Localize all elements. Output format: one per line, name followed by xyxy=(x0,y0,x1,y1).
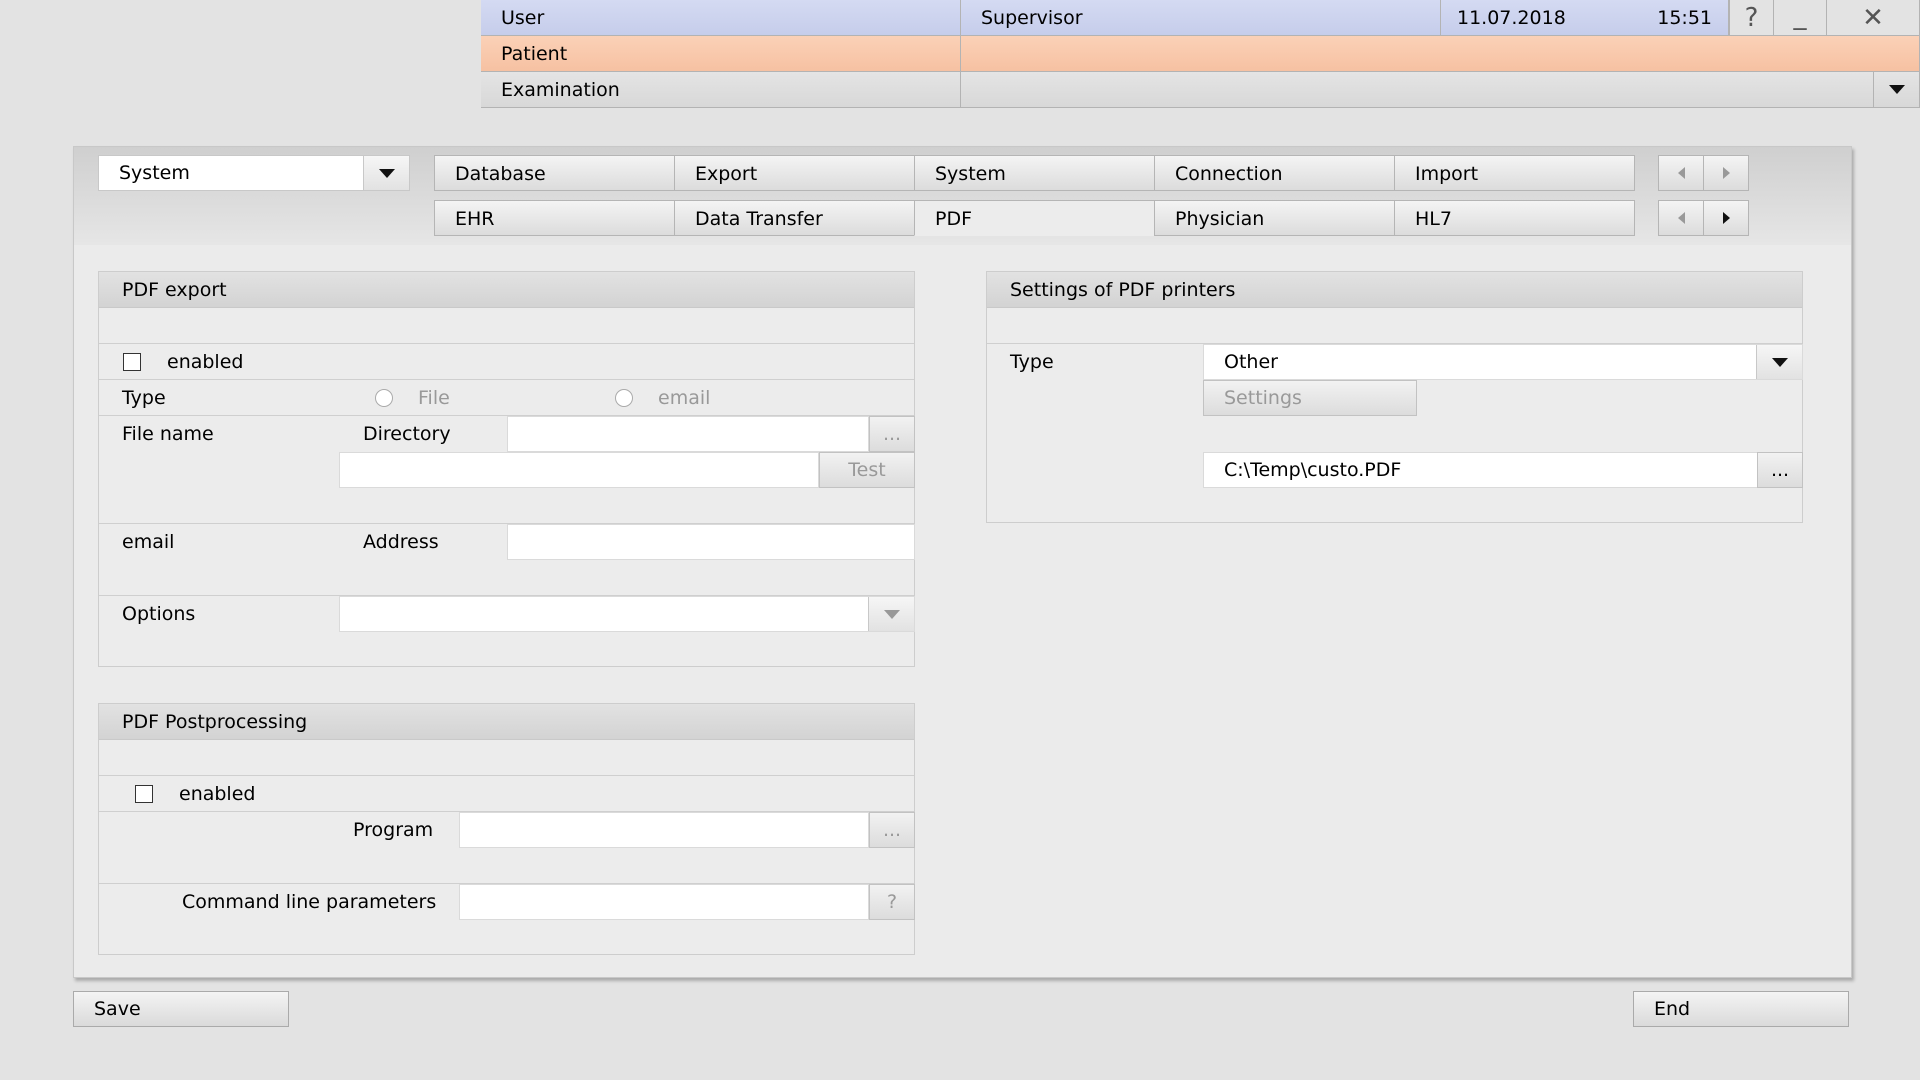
tab-database[interactable]: Database xyxy=(434,155,675,191)
tab-label: Data Transfer xyxy=(695,208,823,230)
pdf-export-group: PDF export enabled Type File email File … xyxy=(98,271,915,667)
printer-path-browse-button[interactable]: ... xyxy=(1757,452,1803,488)
tab-label: PDF xyxy=(935,208,973,230)
address-label: Address xyxy=(363,531,439,553)
postprocessing-enabled-label: enabled xyxy=(179,783,256,805)
type-email-label: email xyxy=(658,387,711,409)
help-icon: ? xyxy=(1744,2,1759,33)
settings-panel: System Database Export System Connection… xyxy=(73,146,1852,978)
chevron-down-icon xyxy=(378,168,395,178)
tab-label: Export xyxy=(695,163,758,185)
chevron-left-icon xyxy=(1677,212,1685,224)
chevron-down-icon xyxy=(1888,85,1905,94)
examination-value-cell[interactable] xyxy=(961,72,1874,108)
chevron-right-icon xyxy=(1722,212,1730,224)
tab-label: Physician xyxy=(1175,208,1265,230)
tab-label: Connection xyxy=(1175,163,1283,185)
directory-input[interactable] xyxy=(507,416,869,452)
pdf-postprocessing-title: PDF Postprocessing xyxy=(99,704,914,740)
chevron-left-icon xyxy=(1677,167,1685,179)
close-icon: ✕ xyxy=(1862,2,1884,33)
tab-system[interactable]: System xyxy=(914,155,1155,191)
examination-label: Examination xyxy=(501,79,620,101)
tab-ehr[interactable]: EHR xyxy=(434,200,675,236)
pdf-export-enabled-label: enabled xyxy=(167,351,244,373)
tab-label: HL7 xyxy=(1415,208,1452,230)
email-label: email xyxy=(122,531,175,553)
user-name: Supervisor xyxy=(981,7,1083,29)
examination-label-cell: Examination xyxy=(481,72,961,108)
category-select[interactable]: System xyxy=(98,155,410,191)
postprocessing-enabled-checkbox[interactable] xyxy=(135,785,153,803)
printer-path-input[interactable]: C:\Temp\custo.PDF xyxy=(1203,452,1758,488)
test-button[interactable]: Test xyxy=(819,452,915,488)
command-line-input[interactable] xyxy=(459,884,869,920)
minimize-icon: _ xyxy=(1793,1,1807,31)
printer-type-select[interactable]: Other xyxy=(1203,344,1803,380)
printer-type-label: Type xyxy=(1010,351,1054,373)
tab-label: Import xyxy=(1415,163,1479,185)
command-line-help-button[interactable]: ? xyxy=(869,884,915,920)
datetime-cell: 11.07.2018 15:51 xyxy=(1441,0,1729,36)
options-select-arrow[interactable] xyxy=(868,597,914,631)
printer-settings-button[interactable]: Settings xyxy=(1203,380,1417,416)
command-line-label: Command line parameters xyxy=(182,891,437,913)
address-input[interactable] xyxy=(507,524,915,560)
directory-label: Directory xyxy=(363,423,451,445)
tab-bar: System Database Export System Connection… xyxy=(74,147,1851,245)
tab-row2-prev-button[interactable] xyxy=(1658,200,1704,236)
tab-physician[interactable]: Physician xyxy=(1154,200,1395,236)
printer-type-arrow[interactable] xyxy=(1756,345,1802,379)
category-select-arrow[interactable] xyxy=(363,156,409,190)
pdf-export-enabled-checkbox[interactable] xyxy=(123,353,141,371)
options-label: Options xyxy=(122,603,196,625)
save-button[interactable]: Save xyxy=(73,991,289,1027)
minimize-button[interactable]: _ xyxy=(1773,0,1826,36)
tab-export[interactable]: Export xyxy=(674,155,915,191)
user-value-cell: Supervisor xyxy=(961,0,1441,36)
directory-browse-button[interactable]: ... xyxy=(869,416,915,452)
tab-pdf[interactable]: PDF xyxy=(914,200,1155,236)
tab-row1-next-button[interactable] xyxy=(1703,155,1749,191)
file-name-label: File name xyxy=(122,423,214,445)
patient-label-cell: Patient xyxy=(481,36,961,72)
help-button[interactable]: ? xyxy=(1729,0,1773,36)
category-select-value: System xyxy=(119,162,190,184)
options-select[interactable] xyxy=(339,596,915,632)
file-name-input[interactable] xyxy=(339,452,819,488)
printer-type-value: Other xyxy=(1224,351,1278,373)
patient-label: Patient xyxy=(501,43,568,65)
tab-label: Database xyxy=(455,163,546,185)
date-display: 11.07.2018 xyxy=(1457,7,1566,29)
chevron-right-icon xyxy=(1722,167,1730,179)
close-button[interactable]: ✕ xyxy=(1826,0,1920,36)
type-email-radio[interactable] xyxy=(615,389,633,407)
patient-value-cell[interactable] xyxy=(961,36,1920,72)
type-file-label: File xyxy=(418,387,450,409)
time-display: 15:51 xyxy=(1657,7,1712,29)
tab-connection[interactable]: Connection xyxy=(1154,155,1395,191)
pdf-printers-title: Settings of PDF printers xyxy=(987,272,1802,308)
pdf-printers-group: Settings of PDF printers Type Other Sett… xyxy=(986,271,1803,523)
tab-row2-next-button[interactable] xyxy=(1703,200,1749,236)
tab-label: System xyxy=(935,163,1006,185)
tab-hl7[interactable]: HL7 xyxy=(1394,200,1635,236)
tab-import[interactable]: Import xyxy=(1394,155,1635,191)
type-file-radio[interactable] xyxy=(375,389,393,407)
chevron-down-icon xyxy=(883,609,900,619)
tab-label: EHR xyxy=(455,208,495,230)
tab-row1-prev-button[interactable] xyxy=(1658,155,1704,191)
program-input[interactable] xyxy=(459,812,869,848)
program-label: Program xyxy=(353,819,434,841)
user-label: User xyxy=(501,7,545,29)
end-button[interactable]: End xyxy=(1633,991,1849,1027)
pdf-export-title: PDF export xyxy=(99,272,914,308)
user-label-cell: User xyxy=(481,0,961,36)
tab-data-transfer[interactable]: Data Transfer xyxy=(674,200,915,236)
pdf-postprocessing-group: PDF Postprocessing enabled Program ... C… xyxy=(98,703,915,955)
chevron-down-icon xyxy=(1771,357,1788,367)
examination-dropdown-button[interactable] xyxy=(1874,72,1920,108)
program-browse-button[interactable]: ... xyxy=(869,812,915,848)
type-label: Type xyxy=(122,387,166,409)
